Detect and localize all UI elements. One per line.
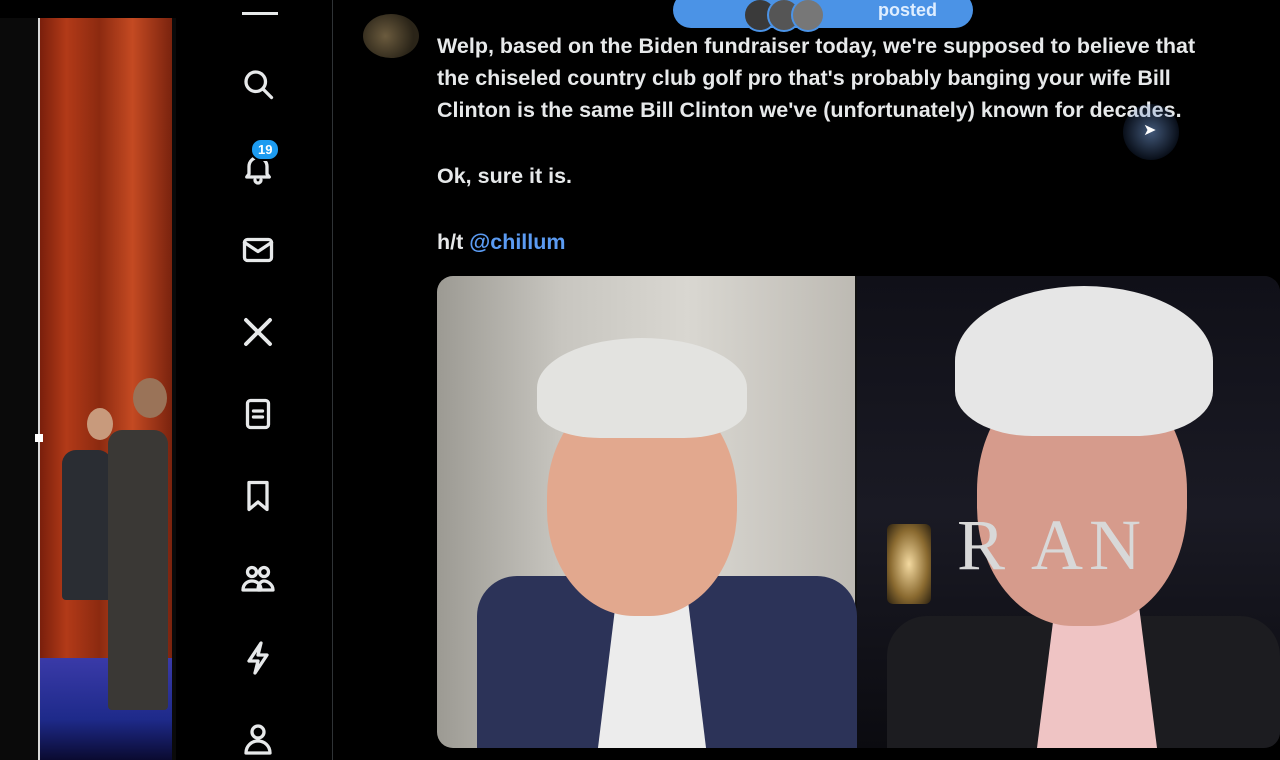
cursor-arrow-icon: ➤	[1143, 122, 1157, 139]
right-hair	[955, 286, 1213, 436]
stage-person-left	[62, 450, 112, 600]
mention-link[interactable]: @chillum	[469, 230, 565, 254]
notification-badge: 19	[250, 138, 281, 161]
photo-left[interactable]	[437, 276, 857, 748]
stage-person-right-head	[133, 378, 167, 418]
tweet-hat-tip: h/t @chillum	[437, 226, 1277, 258]
video-preview[interactable]	[0, 18, 176, 760]
feed: Welp, based on the Biden fundraiser toda…	[333, 0, 1280, 760]
background-sign: R AN	[957, 505, 1148, 585]
tweet-line-1: Welp, based on the Biden fundraiser toda…	[437, 34, 1196, 58]
sidebar-nav: 19	[182, 0, 332, 760]
pill-avatars	[743, 0, 853, 32]
author-avatar[interactable]	[363, 14, 419, 58]
hat-tip-prefix: h/t	[437, 230, 464, 254]
tweet-body: Welp, based on the Biden fundraiser toda…	[437, 30, 1277, 292]
right-shirt	[1037, 606, 1157, 748]
pill-avatar	[791, 0, 825, 32]
posted-notification-pill[interactable]: posted	[673, 0, 973, 32]
video-progress-handle[interactable]	[35, 434, 43, 442]
stage-person-right	[108, 430, 168, 710]
mail-icon[interactable]	[238, 230, 278, 270]
bookmark-icon[interactable]	[238, 476, 278, 516]
people-icon[interactable]	[238, 558, 278, 598]
search-icon[interactable]	[238, 64, 278, 104]
person-icon[interactable]	[238, 718, 278, 758]
video-progress-track[interactable]	[38, 18, 40, 760]
posted-label: posted	[877, 0, 937, 20]
street-lamp	[887, 524, 931, 604]
list-icon[interactable]	[238, 394, 278, 434]
tweet-line-2: the chiseled country club golf pro that'…	[437, 66, 1171, 90]
lightning-icon[interactable]	[238, 638, 278, 678]
left-hair	[537, 338, 747, 438]
mouse-cursor: ➤	[1123, 104, 1179, 160]
stage-person-left-head	[87, 408, 113, 440]
tweet-paragraph-2: Ok, sure it is.	[437, 164, 573, 188]
tweet-media[interactable]: R AN	[437, 276, 1280, 748]
x-logo-icon[interactable]	[238, 312, 278, 352]
home-icon[interactable]	[242, 12, 278, 21]
